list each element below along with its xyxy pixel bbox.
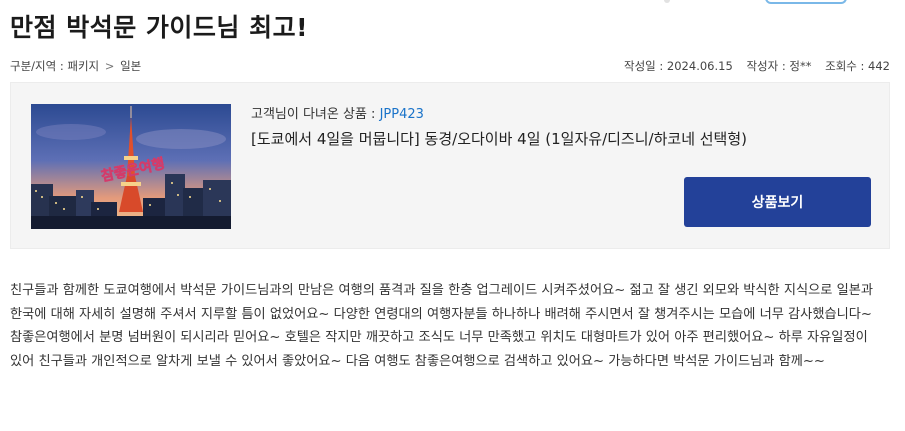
- post-views: 조회수 : 442: [825, 59, 890, 73]
- breadcrumb-category: 구분/지역 : 패키지: [10, 59, 100, 73]
- post-meta: 작성일 : 2024.06.15 작성자 : 정** 조회수 : 442: [614, 58, 890, 74]
- visited-product-label: 고객님이 다녀온 상품 :: [251, 107, 380, 122]
- cropped-button[interactable]: [765, 0, 847, 4]
- cropped-element: [664, 0, 670, 3]
- post-author: 작성자 : 정**: [746, 59, 812, 73]
- tokyo-tower-image: 참좋은여행: [31, 104, 231, 229]
- breadcrumb: 구분/지역 : 패키지 > 일본: [10, 58, 141, 74]
- product-thumbnail[interactable]: 참좋은여행: [31, 104, 231, 229]
- review-body: 친구들과 함께한 도쿄여행에서 박석문 가이드님과의 만남은 여행의 품격과 질…: [10, 283, 873, 369]
- breadcrumb-region: 일본: [120, 59, 142, 73]
- post-date: 작성일 : 2024.06.15: [624, 59, 733, 73]
- top-cropped-controls: [0, 0, 905, 6]
- product-code-link[interactable]: JPP423: [380, 107, 424, 122]
- view-product-button[interactable]: 상품보기: [684, 177, 871, 227]
- meta-row: 구분/지역 : 패키지 > 일본 작성일 : 2024.06.15 작성자 : …: [10, 58, 890, 76]
- product-name[interactable]: [도쿄에서 4일을 머뭅니다] 동경/오다이바 4일 (1일자유/디즈니/하코네…: [251, 128, 747, 149]
- product-card: 참좋은여행 고객님이 다녀온 상품 : JPP423 [도쿄에서 4일을 머뭅니…: [10, 82, 890, 249]
- review-title: 만점 박석문 가이드님 최고!: [10, 13, 309, 42]
- breadcrumb-separator-icon: >: [104, 59, 115, 73]
- visited-product-line: 고객님이 다녀온 상품 : JPP423: [251, 103, 424, 122]
